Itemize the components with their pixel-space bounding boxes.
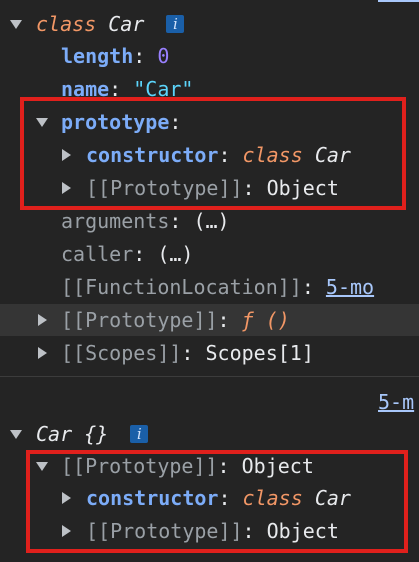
instance-braces: {} (84, 422, 109, 446)
caller-property[interactable]: caller: (…) (61, 238, 193, 270)
property-value[interactable]: (…) (157, 242, 193, 266)
property-key: length (61, 44, 134, 68)
property-key: [[Scopes]] (61, 341, 182, 365)
property-key: [[FunctionLocation]] (61, 275, 302, 299)
instance-name: Car (36, 422, 73, 446)
function-location-link[interactable]: 5-mo (326, 275, 374, 299)
source-link[interactable]: 5-m (378, 390, 414, 414)
source-link-row[interactable]: 5-m (378, 386, 414, 418)
property-value: ƒ () (241, 308, 290, 332)
highlight-box-instance-proto (26, 450, 408, 553)
class-proto-property[interactable]: [[Prototype]]: ƒ () (0, 304, 419, 336)
property-separator: : (181, 341, 206, 365)
arguments-property[interactable]: arguments: (…) (61, 205, 230, 237)
length-property: length: 0 (61, 40, 169, 72)
source-link-fragment[interactable] (378, 0, 419, 2)
property-separator: : (133, 44, 158, 68)
property-key: arguments (61, 209, 170, 233)
property-separator: : (133, 242, 158, 266)
info-icon[interactable]: i (166, 14, 185, 33)
property-value: Scopes[1] (205, 341, 314, 365)
property-separator: : (169, 209, 194, 233)
expand-arrow-icon[interactable] (10, 20, 22, 29)
class-keyword: class (36, 12, 97, 36)
message-divider (0, 376, 419, 377)
property-key: [[Prototype]] (61, 308, 218, 332)
property-value[interactable]: (…) (193, 209, 229, 233)
collapse-arrow-icon[interactable] (38, 314, 47, 326)
function-location-property[interactable]: [[FunctionLocation]]: 5-mo (61, 271, 374, 303)
info-icon[interactable]: i (130, 424, 149, 443)
expand-arrow-icon[interactable] (10, 430, 22, 439)
highlight-box-prototype (20, 97, 406, 210)
property-separator: : (217, 308, 242, 332)
property-value: 0 (157, 44, 170, 68)
class-name: Car (108, 12, 145, 36)
collapse-arrow-icon[interactable] (38, 347, 47, 359)
property-separator: : (301, 275, 326, 299)
property-key: caller (61, 242, 134, 266)
